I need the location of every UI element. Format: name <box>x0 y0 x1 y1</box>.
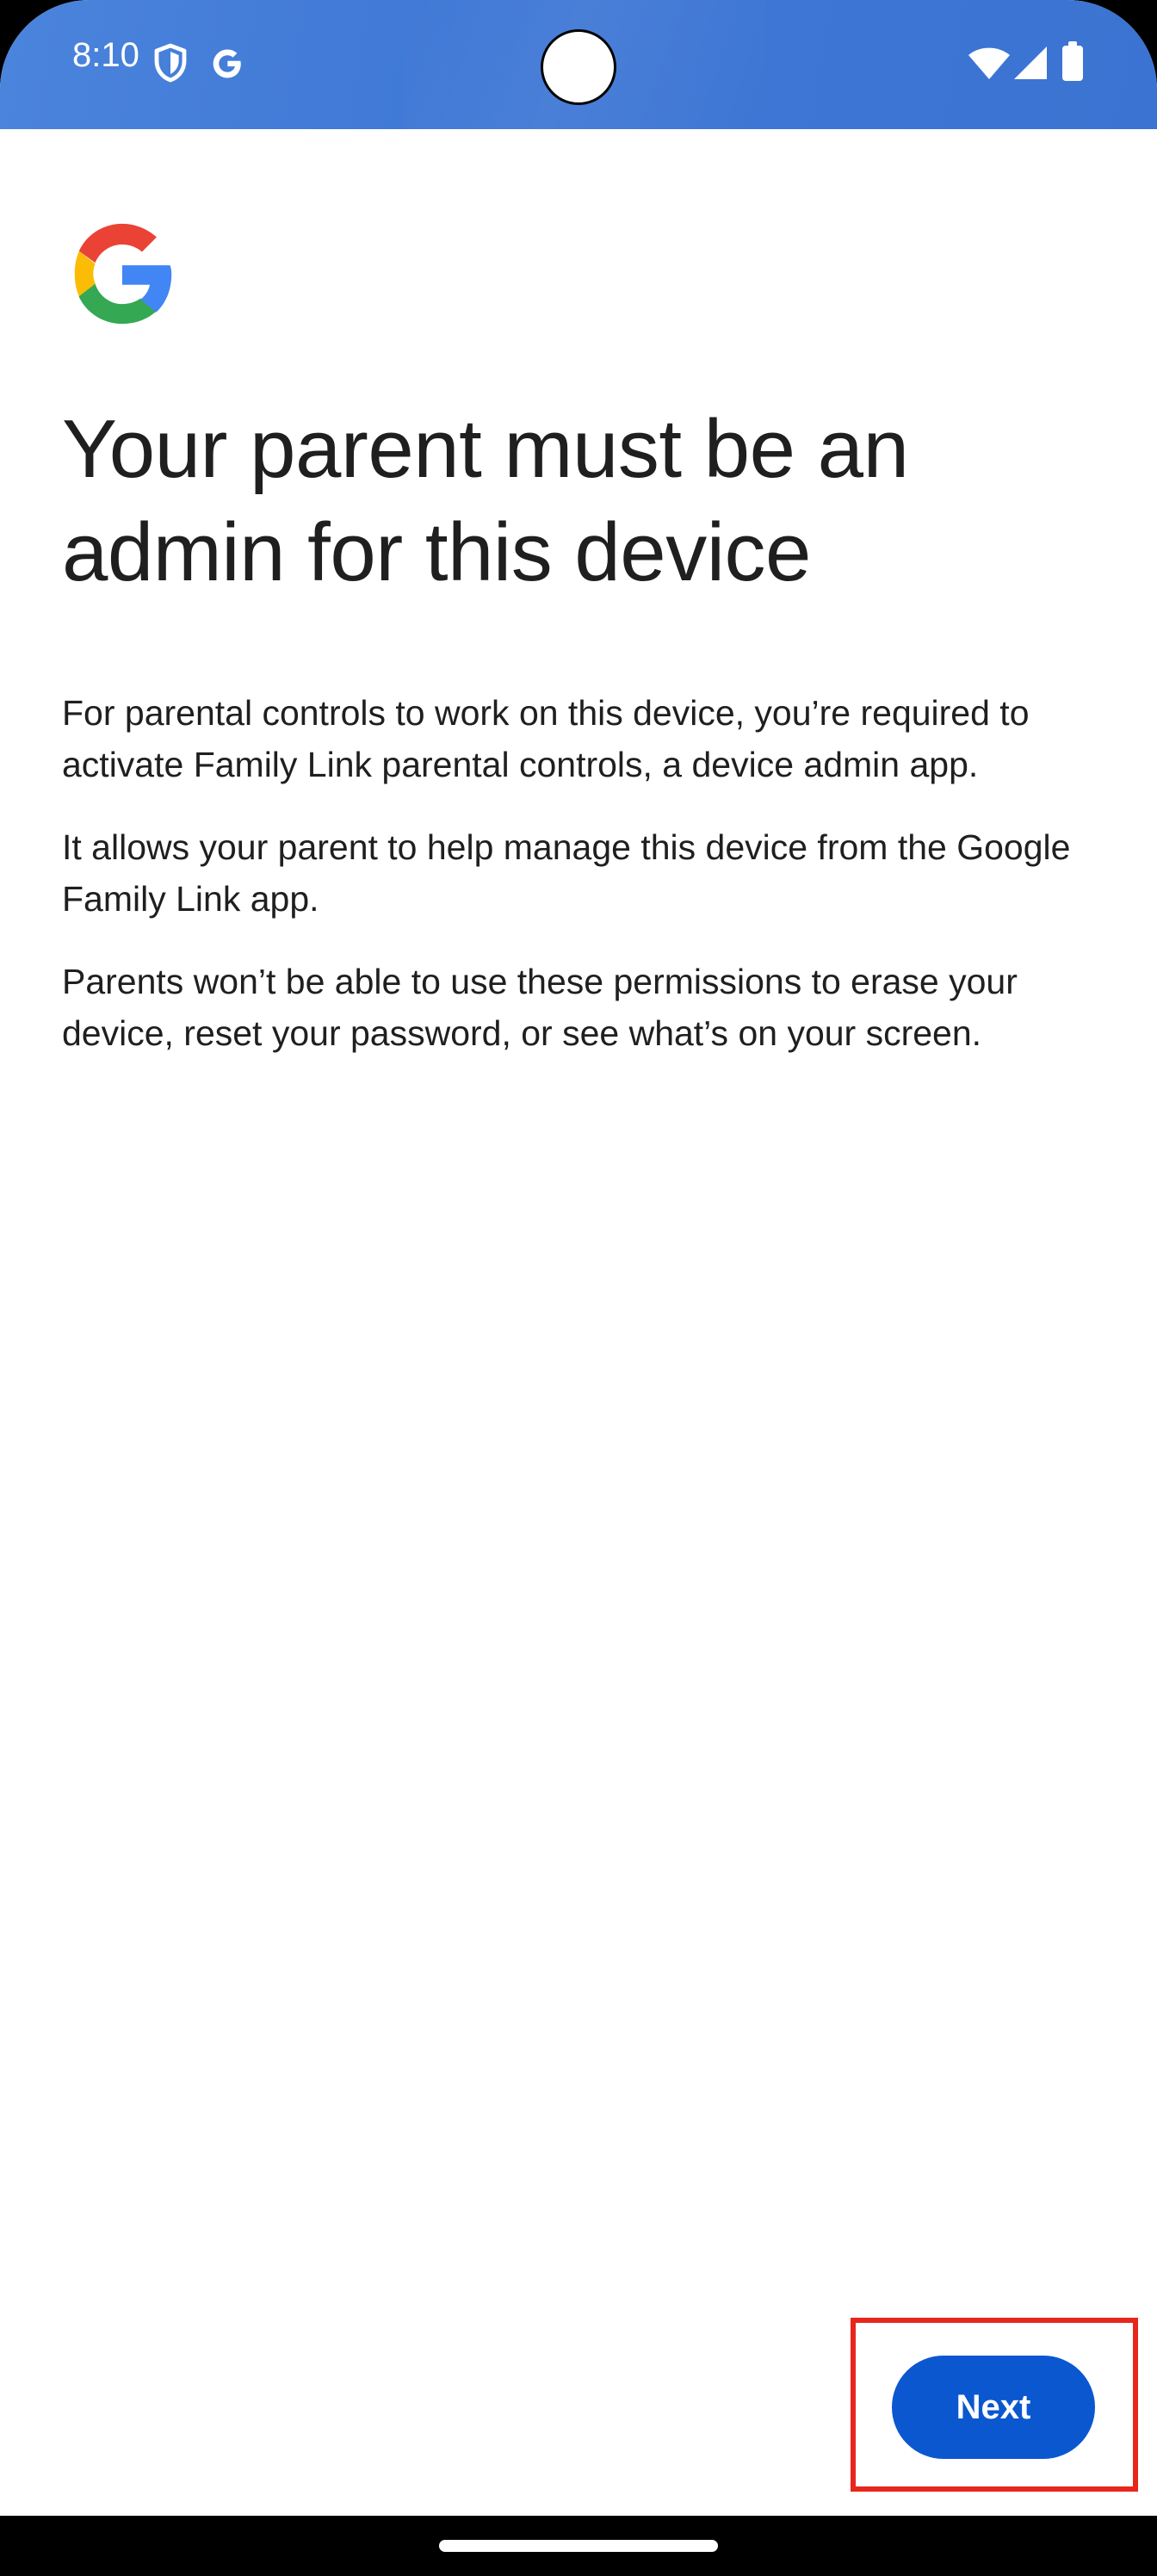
navigation-gesture-handle[interactable] <box>439 2540 718 2552</box>
camera-cutout <box>541 29 616 105</box>
screen: 8:10 Your parent must be an admin for th… <box>0 0 1157 2516</box>
google-logo-icon <box>74 223 172 325</box>
google-g-icon <box>213 49 241 78</box>
description-paragraph-manage: It allows your parent to help manage thi… <box>62 827 1071 919</box>
next-button[interactable]: Next <box>892 2356 1095 2459</box>
device-frame: 8:10 Your parent must be an admin for th… <box>0 0 1157 2576</box>
battery-icon <box>1062 41 1083 81</box>
status-time: 8:10 <box>72 36 139 74</box>
cellular-signal-icon <box>1014 46 1047 79</box>
shield-icon <box>154 43 187 83</box>
description-paragraph-admin-app: For parental controls to work on this de… <box>62 693 1030 784</box>
description-paragraph-permissions: Parents won’t be able to use these permi… <box>62 962 1018 1053</box>
page-title: Your parent must be an admin for this de… <box>62 403 909 598</box>
wifi-icon <box>968 47 1010 79</box>
